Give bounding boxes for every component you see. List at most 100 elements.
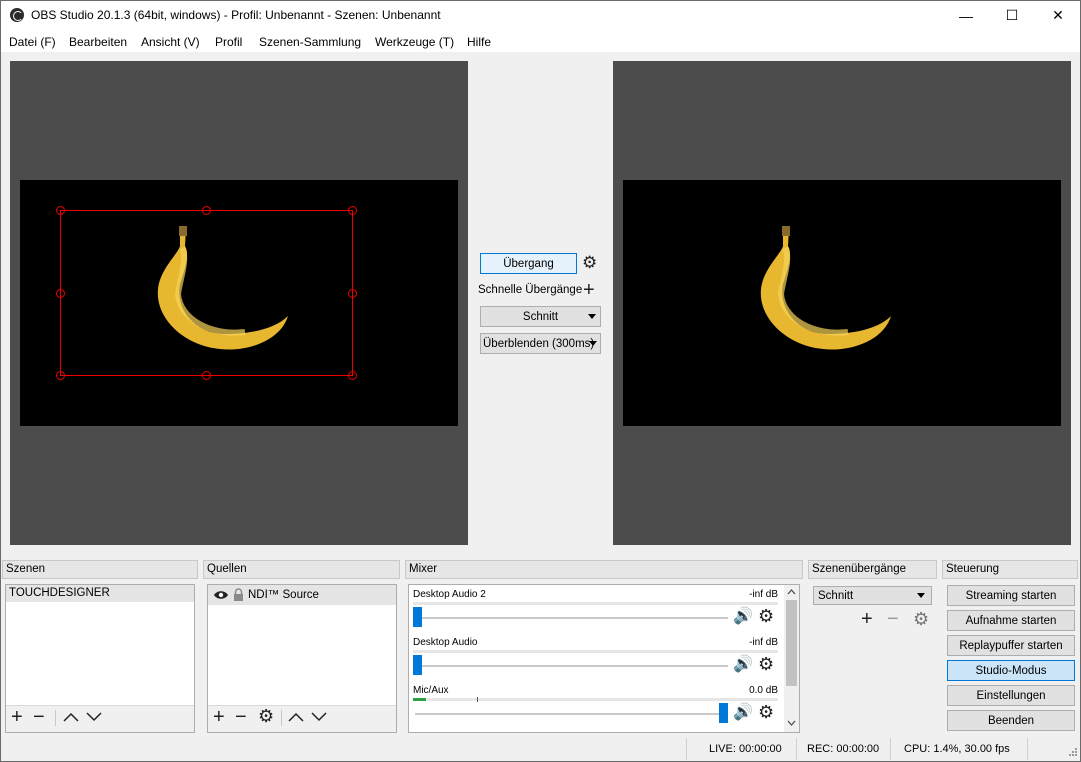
volume-slider-thumb[interactable]: [413, 607, 422, 627]
maximize-button[interactable]: ☐: [989, 1, 1035, 30]
close-icon: ✕: [1052, 7, 1064, 23]
obs-logo-icon: [10, 8, 24, 22]
add-icon[interactable]: +: [11, 707, 23, 727]
mixer-channel-name: Mic/Aux: [413, 685, 449, 696]
menu-datei[interactable]: Datei (F): [9, 35, 56, 49]
volume-slider-thumb[interactable]: [413, 655, 422, 675]
add-icon[interactable]: +: [213, 707, 225, 727]
add-icon[interactable]: +: [583, 280, 595, 300]
scenes-dock-title: Szenen: [2, 560, 198, 579]
menu-werkzeuge[interactable]: Werkzeuge (T): [375, 35, 454, 49]
toolbar-divider: [281, 710, 282, 726]
eye-icon[interactable]: [213, 590, 229, 600]
sources-dock-title: Quellen: [203, 560, 400, 579]
gear-icon[interactable]: ⚙: [758, 703, 774, 721]
quick-transition-label: Überblenden (300ms): [483, 337, 595, 350]
status-divider: [686, 738, 687, 760]
menu-hilfe[interactable]: Hilfe: [467, 35, 491, 49]
mixer-channel-level: -inf dB: [749, 637, 778, 648]
add-icon[interactable]: +: [861, 609, 873, 629]
gear-icon[interactable]: ⚙: [758, 607, 774, 625]
gear-icon[interactable]: ⚙: [582, 254, 597, 272]
status-divider: [1027, 738, 1028, 760]
exit-button[interactable]: Beenden: [947, 710, 1075, 731]
volume-slider[interactable]: [415, 665, 728, 667]
move-up-icon[interactable]: [288, 712, 304, 722]
transition-select[interactable]: Schnitt: [813, 586, 932, 605]
maximize-icon: ☐: [1005, 7, 1019, 23]
start-replay-buffer-button[interactable]: Replaypuffer starten: [947, 635, 1075, 656]
volume-slider-thumb[interactable]: [719, 703, 728, 723]
menu-profil[interactable]: Profil: [215, 35, 242, 49]
studio-mode-button[interactable]: Studio-Modus: [947, 660, 1075, 681]
gear-icon[interactable]: ⚙: [913, 610, 929, 628]
chevron-down-icon: [917, 593, 925, 598]
menu-ansicht[interactable]: Ansicht (V): [141, 35, 200, 49]
mixer-channel-level: 0.0 dB: [749, 685, 778, 696]
speaker-icon[interactable]: 🔊: [733, 608, 753, 626]
mixer-channel-name: Desktop Audio: [413, 637, 478, 648]
rec-status: REC: 00:00:00: [807, 743, 880, 755]
transition-button[interactable]: Übergang: [480, 253, 577, 274]
quick-transitions-label: Schnelle Übergänge: [478, 284, 583, 296]
volume-slider[interactable]: [415, 713, 728, 715]
speaker-icon[interactable]: 🔊: [733, 656, 753, 674]
toolbar-divider: [55, 710, 56, 726]
speaker-icon[interactable]: 🔊: [733, 704, 753, 722]
chevron-down-icon: [588, 314, 596, 319]
resize-grip-icon[interactable]: [1066, 747, 1078, 759]
mixer-dock-title: Mixer: [405, 560, 803, 579]
transitions-dock-title: Szenenübergänge: [808, 560, 937, 579]
quick-transition-cut[interactable]: Schnitt: [480, 306, 601, 327]
status-divider: [890, 738, 891, 760]
scroll-down-icon[interactable]: [787, 720, 796, 726]
move-up-icon[interactable]: [63, 712, 79, 722]
mixer-channel-level: -inf dB: [749, 589, 778, 600]
status-divider: [796, 738, 797, 760]
cpu-status: CPU: 1.4%, 30.00 fps: [904, 743, 1010, 755]
gear-icon[interactable]: ⚙: [758, 655, 774, 673]
chevron-down-icon: [589, 341, 597, 346]
volume-meter: [413, 698, 778, 701]
resize-handle[interactable]: [202, 371, 211, 380]
volume-meter-level: [413, 698, 426, 701]
selection-box[interactable]: [60, 210, 353, 376]
menu-bearbeiten[interactable]: Bearbeiten: [69, 35, 127, 49]
transition-select-value: Schnitt: [818, 589, 854, 602]
quick-transition-fade[interactable]: Überblenden (300ms): [480, 333, 601, 354]
controls-dock-title: Steuerung: [942, 560, 1078, 579]
move-down-icon[interactable]: [311, 712, 327, 722]
volume-meter: [413, 650, 778, 653]
close-button[interactable]: ✕: [1035, 1, 1081, 30]
volume-meter: [413, 602, 778, 605]
volume-slider[interactable]: [415, 617, 728, 619]
window-title: OBS Studio 20.1.3 (64bit, windows) - Pro…: [31, 8, 441, 22]
minimize-button[interactable]: —: [943, 1, 989, 30]
scrollbar-thumb[interactable]: [786, 600, 797, 686]
start-recording-button[interactable]: Aufnahme starten: [947, 610, 1075, 631]
resize-handle[interactable]: [348, 206, 357, 215]
remove-icon[interactable]: −: [33, 707, 45, 727]
peak-marker: [477, 697, 478, 702]
live-status: LIVE: 00:00:00: [709, 743, 782, 755]
remove-icon[interactable]: −: [235, 707, 247, 727]
scroll-up-icon[interactable]: [787, 589, 796, 595]
mixer-channel-name: Desktop Audio 2: [413, 589, 486, 600]
settings-button[interactable]: Einstellungen: [947, 685, 1075, 706]
minimize-icon: —: [959, 7, 973, 24]
resize-handle[interactable]: [348, 371, 357, 380]
gear-icon[interactable]: ⚙: [258, 707, 274, 725]
resize-handle[interactable]: [56, 289, 65, 298]
move-down-icon[interactable]: [86, 712, 102, 722]
resize-handle[interactable]: [56, 371, 65, 380]
start-streaming-button[interactable]: Streaming starten: [947, 585, 1075, 606]
banana-image-program: [760, 226, 891, 350]
remove-icon[interactable]: −: [887, 609, 899, 629]
scene-name: TOUCHDESIGNER: [9, 587, 110, 599]
lock-icon[interactable]: [233, 588, 244, 601]
source-name: NDI™ Source: [248, 589, 319, 601]
menu-szenen-sammlung[interactable]: Szenen-Sammlung: [259, 35, 361, 49]
resize-handle[interactable]: [202, 206, 211, 215]
resize-handle[interactable]: [56, 206, 65, 215]
resize-handle[interactable]: [348, 289, 357, 298]
